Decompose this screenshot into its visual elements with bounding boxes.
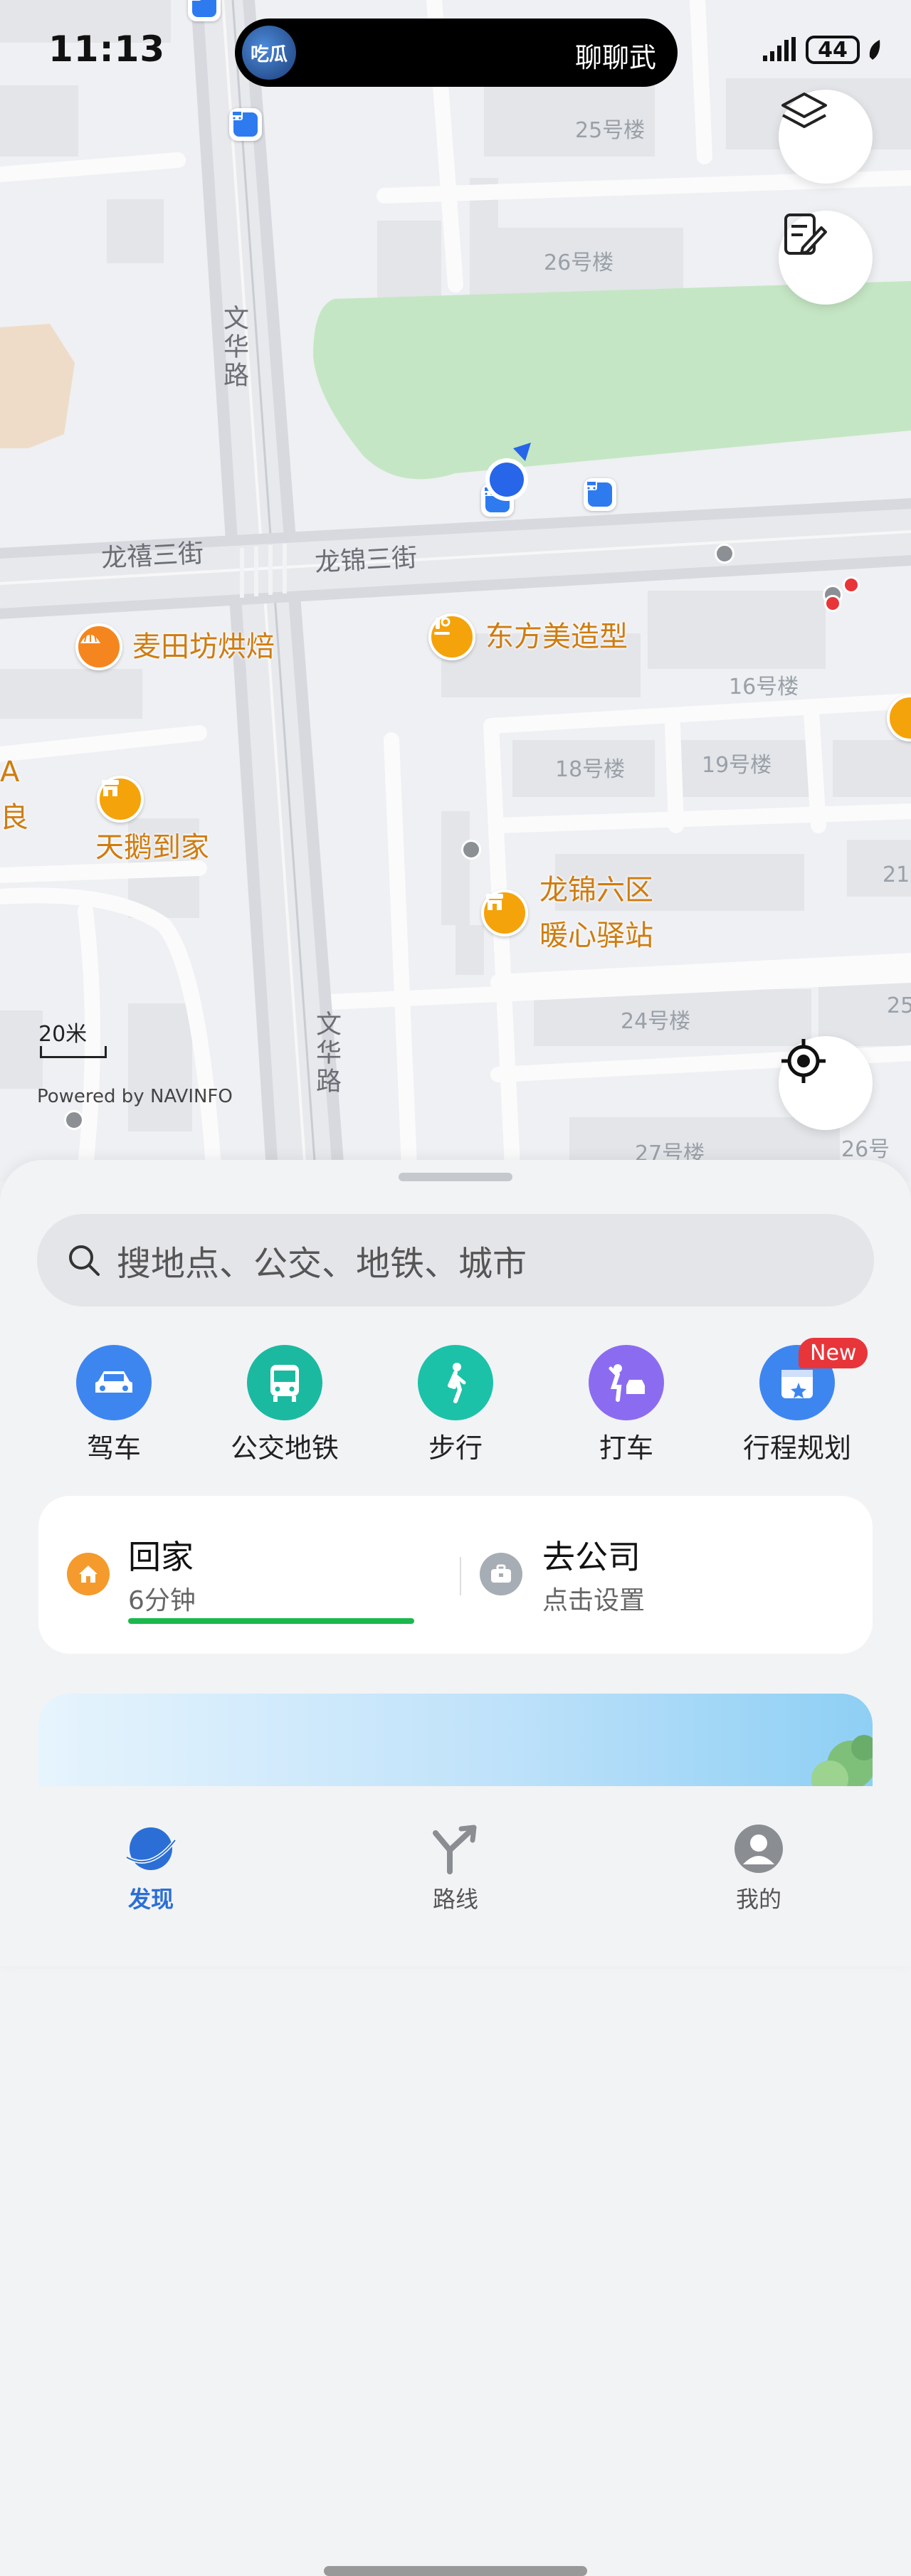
map-dot[interactable] [461, 840, 481, 860]
building-label: 24号楼 [621, 1009, 691, 1034]
commute-shortcuts: 回家 6分钟 去公司 点击设置 [38, 1496, 873, 1654]
go-work-button[interactable]: 去公司 点击设置 [465, 1496, 873, 1654]
mode-walk-button[interactable]: 步行 [377, 1345, 534, 1465]
building-label: 16号楼 [729, 675, 799, 700]
building-label: 19号楼 [702, 753, 772, 778]
status-time: 11:13 [48, 28, 166, 70]
map-red-dot[interactable] [843, 576, 860, 593]
banner-illustration [811, 1735, 873, 1793]
walking-icon [418, 1345, 493, 1420]
building-label: 18号楼 [555, 757, 626, 782]
map-view[interactable]: 文华路 文华路 龙禧三街 龙锦三街 25号楼 26号楼 16号楼 18号楼 19… [0, 0, 911, 1181]
dynamic-island[interactable]: 吃瓜 聊聊武 [235, 19, 678, 87]
mode-transit-button[interactable]: 公交地铁 [206, 1345, 363, 1465]
divider [460, 1557, 461, 1595]
tab-label: 路线 [432, 1886, 478, 1913]
road-label-wenhua-bottom: 文华路 [312, 1010, 341, 1096]
taxi-icon [589, 1345, 664, 1420]
user-avatar-icon [734, 1825, 783, 1873]
poi-label-station-line1[interactable]: 龙锦六区 [539, 868, 653, 912]
tab-discover[interactable]: 发现 [80, 1822, 222, 1914]
shop-icon[interactable] [97, 776, 144, 823]
car-icon [76, 1345, 152, 1420]
home-eta: 6分钟 [128, 1586, 196, 1615]
map-dot[interactable] [715, 544, 734, 564]
status-indicators: 44 [762, 36, 883, 64]
map-dot[interactable] [64, 1110, 84, 1130]
tab-label: 发现 [127, 1886, 174, 1913]
tab-label: 我的 [735, 1886, 781, 1913]
mode-trip-plan-button[interactable]: New 行程规划 [719, 1338, 875, 1465]
poi-label-edge-b: 良 [0, 801, 28, 834]
beauty-salon-icon[interactable] [428, 613, 475, 660]
search-input[interactable]: 搜地点、公交、地铁、城市 [37, 1214, 874, 1307]
road-label-wenhua-top: 文华路 [219, 305, 248, 390]
home-traffic-bar [128, 1618, 414, 1624]
poi-label-salon[interactable]: 东方美造型 [485, 615, 628, 659]
poi-label-station-line2[interactable]: 暖心驿站 [539, 914, 653, 958]
work-title: 去公司 [542, 1538, 641, 1576]
bus-stop-marker[interactable] [188, 0, 221, 21]
leaf-icon [869, 40, 880, 60]
map-attribution: Powered by NAVINFO [37, 1086, 233, 1107]
building-label: 25 [887, 993, 911, 1018]
locate-button[interactable] [779, 1036, 873, 1130]
home-indicator[interactable] [324, 2566, 587, 2576]
locate-crosshair-icon [781, 1039, 826, 1083]
mode-label: 打车 [599, 1432, 653, 1464]
signal-icon [763, 37, 796, 61]
battery-indicator: 44 [806, 36, 860, 64]
route-fork-icon [433, 1825, 477, 1874]
bus-icon [247, 1345, 322, 1420]
current-location-marker [481, 441, 545, 505]
mode-label: 行程规划 [742, 1432, 851, 1464]
bus-stop-marker[interactable] [584, 478, 616, 511]
mode-label: 驾车 [86, 1432, 141, 1464]
sheet-drag-handle[interactable] [399, 1173, 512, 1181]
home-title: 回家 [128, 1538, 194, 1576]
map-red-dot[interactable] [824, 595, 841, 612]
go-home-button[interactable]: 回家 6分钟 [38, 1496, 456, 1654]
building-label: 25号楼 [575, 118, 646, 143]
promo-banner[interactable] [38, 1694, 873, 1793]
mode-label: 步行 [428, 1432, 483, 1464]
map-scale-label: 20米 [38, 1022, 88, 1047]
work-sub: 点击设置 [542, 1586, 646, 1615]
layers-button[interactable] [779, 90, 873, 184]
shop-icon[interactable] [481, 890, 528, 936]
poi-label-bakery[interactable]: 麦田坊烘焙 [132, 625, 275, 669]
poi-label-edge-a: A [0, 756, 20, 788]
island-text: 聊聊武 [574, 42, 656, 73]
road-label-longxi: 龙禧三街 [100, 539, 205, 574]
mode-drive-button[interactable]: 驾车 [36, 1345, 192, 1465]
layers-icon [781, 93, 827, 128]
bottom-tab-bar: 发现 路线 我的 [0, 1786, 911, 2576]
map-scale-bar [40, 1046, 107, 1058]
tab-routes[interactable]: 路线 [384, 1822, 527, 1914]
mode-label: 公交地铁 [230, 1432, 339, 1464]
search-placeholder: 搜地点、公交、地铁、城市 [117, 1244, 527, 1284]
bus-stop-marker[interactable] [229, 108, 262, 141]
building-label: 21 [883, 862, 910, 887]
edit-note-icon [784, 213, 827, 255]
poi-label-tianedaojia[interactable]: 天鹅到家 [95, 825, 209, 870]
road-label-longjin: 龙锦三街 [314, 543, 418, 578]
building-label: 26号楼 [544, 250, 614, 275]
bakery-icon[interactable] [75, 623, 122, 670]
map-canvas [0, 0, 911, 1181]
tab-mine[interactable]: 我的 [688, 1822, 830, 1914]
planet-icon [125, 1827, 177, 1870]
bottom-sheet[interactable]: 搜地点、公交、地铁、城市 驾车 公交地铁 步行 打车 New 行程规划 回家 6… [0, 1160, 911, 2576]
notes-button[interactable] [779, 211, 873, 305]
new-badge: New [799, 1338, 868, 1368]
island-thumbnail: 吃瓜 [242, 26, 296, 80]
search-icon [69, 1245, 100, 1276]
mode-taxi-button[interactable]: 打车 [548, 1345, 705, 1465]
